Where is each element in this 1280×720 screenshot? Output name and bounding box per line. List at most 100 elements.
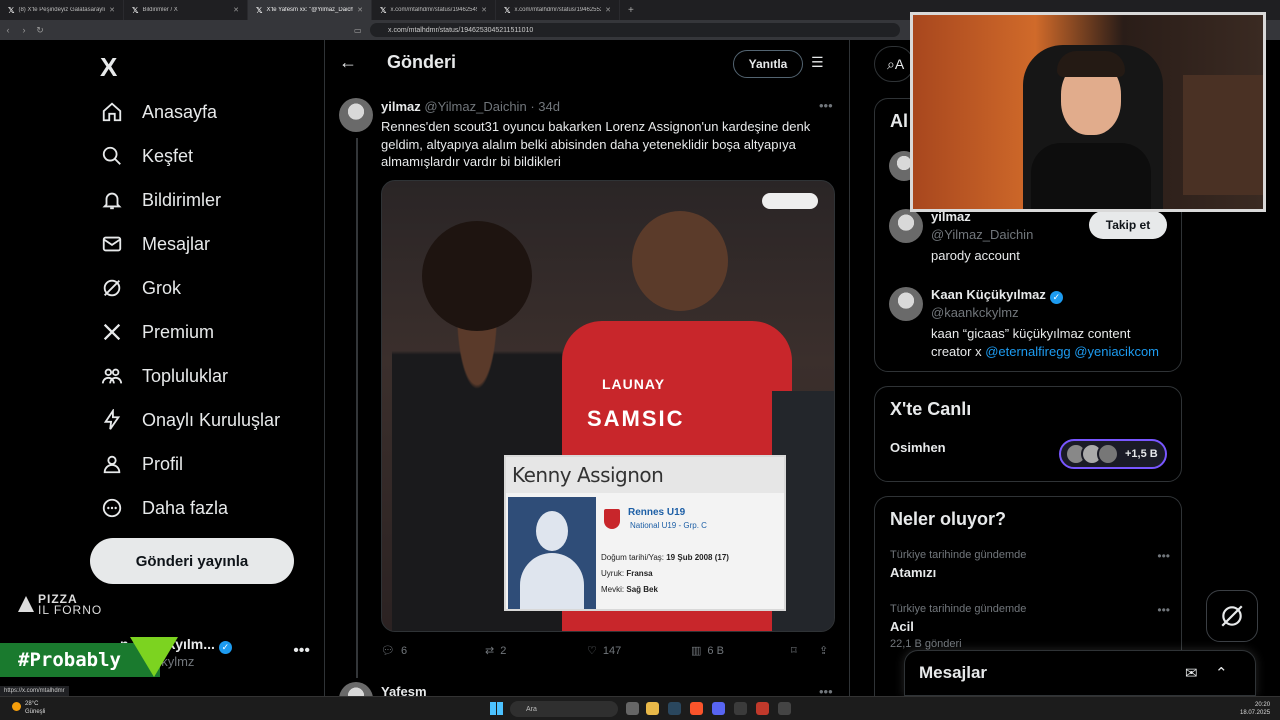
card-club: Rennes U19 <box>628 507 686 518</box>
nav-label: Daha fazla <box>142 497 229 518</box>
nav-messages[interactable]: Mesajlar <box>100 232 210 256</box>
browser-tab[interactable]: 𝕏x.com/mtalhdmr/status/1946254531 ✕ <box>372 0 496 20</box>
weather-desc: Güneşli <box>25 709 46 715</box>
nav-home[interactable]: Anasayfa <box>100 100 217 124</box>
streamer-hair <box>1057 51 1125 77</box>
post-header: ← Gönderi Yanıtla ☰ <box>325 40 849 87</box>
live-listeners-pill[interactable]: +1,5 B <box>1059 439 1167 469</box>
settings-icon[interactable] <box>778 702 791 715</box>
trend-count: 22,1 B gönderi <box>890 638 962 650</box>
brave-browser-icon[interactable] <box>690 702 703 715</box>
tweet-author-handle[interactable]: @Yilmaz_Daichin <box>424 99 526 114</box>
x-logo-icon[interactable]: X <box>100 52 117 83</box>
more-dots-icon[interactable]: ••• <box>819 684 833 696</box>
bio-link[interactable]: @eternalfiregg <box>985 344 1070 359</box>
nav-communities[interactable]: Topluluklar <box>100 364 228 388</box>
repost-action[interactable]: ⇄ 2 <box>485 644 506 658</box>
repost-icon: ⇄ <box>485 645 495 657</box>
views-action[interactable]: ▥ 6 B <box>691 644 724 658</box>
trend-item[interactable]: Türkiye tarihinde gündemde Atamızı ••• <box>890 549 1170 580</box>
like-action[interactable]: ♡ 147 <box>587 644 621 658</box>
close-icon[interactable]: ✕ <box>109 6 115 14</box>
nav-notifications[interactable]: Bildirimler <box>100 188 221 212</box>
expand-chevron-icon[interactable]: ⌃ <box>1215 664 1228 682</box>
live-space-name[interactable]: Osimhen <box>890 440 946 455</box>
back-nav-icon[interactable]: ‹ <box>0 25 16 35</box>
reply-action[interactable]: 💬︎ 6 <box>381 644 407 658</box>
new-message-icon[interactable]: ✉ <box>1185 664 1198 682</box>
search-input[interactable]: ⌕ A <box>874 46 914 82</box>
taskbar-search[interactable]: Ara <box>510 701 618 717</box>
bookmark-icon[interactable]: ▭ <box>354 26 362 35</box>
nav-premium[interactable]: Premium <box>100 320 214 344</box>
bio-link[interactable]: @yeniacikcom <box>1074 344 1159 359</box>
user-handle: @Yilmaz_Daichin <box>931 227 1034 242</box>
nav-grok[interactable]: Grok <box>100 276 181 300</box>
follow-button[interactable]: Takip et <box>1089 211 1167 239</box>
avatar[interactable] <box>339 682 373 696</box>
trend-item[interactable]: Türkiye tarihinde gündemde Acil 22,1 B g… <box>890 603 1170 650</box>
views-chart-icon: ▥ <box>691 645 702 657</box>
app-icon[interactable] <box>756 702 769 715</box>
tweet-image[interactable]: LAUNAY SAMSIC Kenny Assignon Rennes U19 … <box>381 180 835 632</box>
x-favicon-icon: 𝕏 <box>132 5 139 15</box>
avatar[interactable] <box>889 209 923 243</box>
new-tab-button[interactable]: + <box>620 5 642 16</box>
nav-label: Onaylı Kuruluşlar <box>142 409 281 430</box>
more-dots-icon[interactable]: ••• <box>293 642 310 660</box>
share-action[interactable]: ⇪ <box>819 644 828 657</box>
x-icon <box>100 320 124 344</box>
close-icon[interactable]: ✕ <box>357 6 363 14</box>
reload-icon[interactable]: ↻ <box>32 25 48 36</box>
nav-verified-orgs[interactable]: Onaylı Kuruluşlar <box>100 408 280 432</box>
next-tweet-author[interactable]: Yafesm <box>381 684 427 696</box>
home-icon <box>100 100 124 124</box>
filter-settings-icon[interactable]: ☰ <box>811 54 824 71</box>
avatar <box>1097 443 1119 465</box>
weather-widget[interactable]: 28°C Güneşli <box>12 700 45 716</box>
task-view-icon[interactable] <box>626 702 639 715</box>
avatar[interactable] <box>339 98 373 132</box>
card-player-name: Kenny Assignon <box>506 457 784 493</box>
x-favicon-icon: 𝕏 <box>256 5 263 15</box>
reply-icon: 💬︎ <box>381 645 395 657</box>
bookmark-action[interactable]: ⌑ <box>791 644 797 657</box>
discord-icon[interactable] <box>712 702 725 715</box>
url-field[interactable]: ▭ x.com/mtalhdmr/status/1946253045211511… <box>354 23 900 37</box>
close-icon[interactable]: ✕ <box>481 6 487 14</box>
reply-button[interactable]: Yanıtla <box>733 50 803 78</box>
windows-start-icon[interactable] <box>490 702 503 715</box>
app-icon[interactable] <box>734 702 747 715</box>
taskbar-clock[interactable]: 20:20 18.07.2025 <box>1240 701 1270 717</box>
messages-drawer[interactable]: Mesajlar ✉ ⌃ <box>904 650 1256 696</box>
webcam-overlay <box>910 12 1266 212</box>
more-dots-icon[interactable]: ••• <box>1157 603 1170 617</box>
nav-label: Topluluklar <box>142 365 229 386</box>
tab-label: x.com/mtalhdmr/status/1946255201 <box>514 7 602 13</box>
nav-explore[interactable]: Keşfet <box>100 144 193 168</box>
tweet-author-name[interactable]: yilmaz <box>381 99 421 114</box>
close-icon[interactable]: ✕ <box>233 6 239 14</box>
forward-nav-icon[interactable]: › <box>16 25 32 35</box>
back-arrow-icon[interactable]: ← <box>339 52 357 73</box>
grok-button[interactable] <box>1206 590 1258 642</box>
more-dots-icon[interactable]: ••• <box>819 98 833 113</box>
nav-label: Profil <box>142 453 184 474</box>
more-dots-icon[interactable]: ••• <box>1157 549 1170 563</box>
nav-profile[interactable]: Profil <box>100 452 183 476</box>
browser-tab[interactable]: 𝕏x.com/mtalhdmr/status/1946255201 ✕ <box>496 0 620 20</box>
tweet-time[interactable]: · 34d <box>530 99 560 114</box>
nav-more[interactable]: Daha fazla <box>100 496 228 520</box>
file-explorer-icon[interactable] <box>646 702 659 715</box>
browser-tab[interactable]: 𝕏(8) X'te Peşindeyiz Galatasarayli: "All… <box>0 0 124 20</box>
shirt-sponsor: SAMSIC <box>587 406 685 431</box>
steam-icon[interactable] <box>668 702 681 715</box>
close-icon[interactable]: ✕ <box>605 6 611 14</box>
grok-icon <box>100 276 124 300</box>
avatar[interactable] <box>889 287 923 321</box>
browser-tab-active[interactable]: 𝕏 X'te Yafesm xx: "@Yilmaz_Daichin ✕ <box>248 0 372 20</box>
browser-tab[interactable]: 𝕏 Bildirimler / X ✕ <box>124 0 248 20</box>
clock-date: 18.07.2025 <box>1240 710 1271 716</box>
post-button[interactable]: Gönderi yayınla <box>90 538 294 584</box>
panel-title: Neler oluyor? <box>890 509 1007 529</box>
